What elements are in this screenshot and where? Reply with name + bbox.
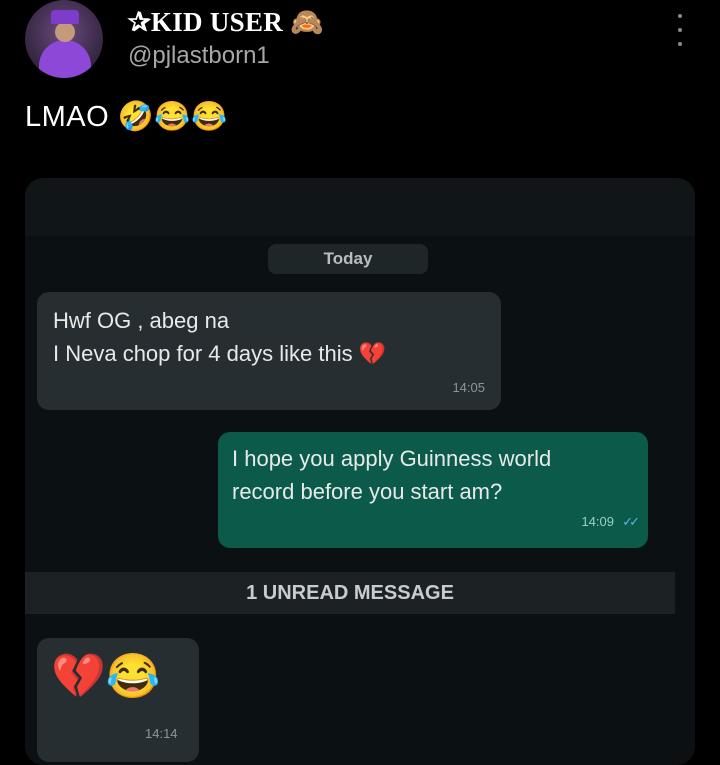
message-time: 14:09 [581, 514, 614, 529]
chat-topbar [25, 178, 695, 236]
message-time: 14:14 [145, 726, 178, 741]
emoji-content: 💔😂 [51, 652, 161, 701]
avatar-figure-hat [51, 10, 79, 24]
outgoing-message-bubble: I hope you apply Guinness world record b… [218, 432, 648, 548]
avatar-figure-robe [39, 40, 91, 78]
avatar[interactable] [25, 0, 103, 78]
unread-messages-divider: 1 UNREAD MESSAGE [25, 572, 675, 614]
emoji-message-bubble: 💔😂 14:14 [37, 638, 199, 762]
post-header: ✰KID USER 🙈 @pjlastborn1 [0, 0, 720, 90]
avatar-figure-face [55, 22, 75, 42]
message-time: 14:05 [452, 380, 485, 395]
message-line: I Neva chop for 4 days like this 💔 [53, 341, 387, 366]
read-double-check-icon: ✓✓ [622, 514, 640, 529]
message-text: I hope you apply Guinness world record b… [232, 442, 551, 508]
post-caption: LMAO 🤣😂😂 [25, 101, 228, 133]
date-chip: Today [268, 244, 428, 274]
display-name[interactable]: ✰KID USER 🙈 [128, 6, 324, 38]
message-text: Hwf OG , abeg na I Neva chop for 4 days … [53, 304, 386, 370]
chat-screenshot-image: Today Hwf OG , abeg na I Neva chop for 4… [25, 178, 695, 765]
message-line: Hwf OG , abeg na [53, 308, 230, 333]
message-line: record before you start am? [232, 479, 503, 504]
username[interactable]: @pjlastborn1 [128, 42, 270, 70]
incoming-message-bubble: Hwf OG , abeg na I Neva chop for 4 days … [37, 292, 501, 410]
message-line: I hope you apply Guinness world [232, 446, 552, 471]
more-vertical-icon[interactable] [668, 14, 692, 46]
